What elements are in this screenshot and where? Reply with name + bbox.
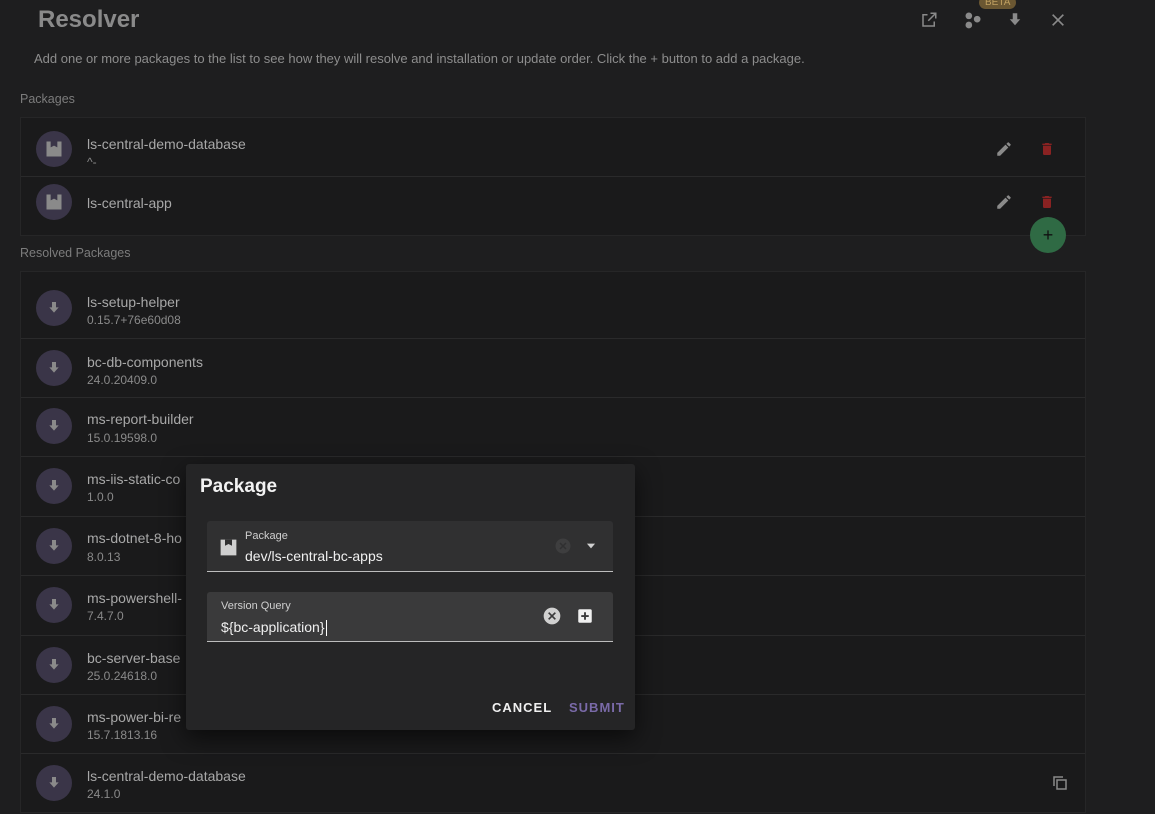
resolved-version: 24.1.0: [87, 787, 121, 801]
package-icon: [36, 131, 72, 167]
resolved-version: 15.7.1813.16: [87, 728, 158, 742]
resolved-name: ms-report-builder: [87, 411, 194, 427]
hub-icon[interactable]: [961, 8, 985, 32]
packages-section-label: Packages: [20, 92, 75, 106]
package-icon: [36, 184, 72, 220]
resolved-version: 1.0.0: [87, 490, 114, 504]
resolved-name: ms-powershell-: [87, 590, 182, 606]
package-icon: [218, 537, 239, 563]
version-field-value: ${bc-application}: [221, 619, 325, 635]
resolved-section-label: Resolved Packages: [20, 246, 131, 260]
close-icon[interactable]: [1046, 8, 1070, 32]
package-select[interactable]: Package dev/ls-central-bc-apps: [207, 521, 613, 572]
resolved-name: ms-iis-static-co: [87, 471, 181, 487]
download-icon: [36, 765, 72, 801]
resolved-version: 0.15.7+76e60d08: [87, 313, 181, 327]
submit-button[interactable]: SUBMIT: [569, 700, 625, 715]
pencil-icon[interactable]: [992, 190, 1016, 214]
resolved-version: 15.0.19598.0: [87, 431, 158, 445]
resolved-name: bc-server-base: [87, 650, 181, 666]
resolved-version: 7.4.7.0: [87, 609, 124, 623]
resolved-name: ls-central-demo-database: [87, 768, 246, 784]
add-package-button[interactable]: +: [1030, 217, 1066, 253]
packages-list: ls-central-demo-database ^- ls-central-a…: [20, 117, 1086, 236]
resolved-row[interactable]: bc-db-components 24.0.20409.0: [21, 339, 1085, 398]
version-field-label: Version Query: [221, 600, 291, 612]
package-name: ls-central-demo-database: [87, 136, 246, 152]
package-field-label: Package: [245, 530, 288, 542]
resolved-name: ms-dotnet-8-ho: [87, 530, 182, 546]
resolved-version: 8.0.13: [87, 550, 121, 564]
trash-icon[interactable]: [1035, 190, 1059, 214]
resolved-version: 25.0.24618.0: [87, 669, 158, 683]
resolved-name: bc-db-components: [87, 354, 203, 370]
package-row[interactable]: ls-central-demo-database ^-: [21, 118, 1085, 177]
pencil-icon[interactable]: [992, 137, 1016, 161]
version-query-input[interactable]: Version Query ${bc-application}: [207, 592, 613, 642]
download-icon[interactable]: [1003, 8, 1027, 32]
resolved-name: ms-power-bi-re: [87, 709, 182, 725]
package-version: ^-: [87, 155, 97, 169]
resolved-row[interactable]: ls-setup-helper 0.15.7+76e60d08: [21, 272, 1085, 339]
download-icon: [36, 290, 72, 326]
open-in-new-icon[interactable]: [917, 8, 941, 32]
copy-icon[interactable]: [1048, 771, 1072, 795]
resolved-row[interactable]: ls-central-demo-database 24.1.0: [21, 754, 1085, 814]
clear-icon[interactable]: [542, 606, 562, 631]
download-icon: [36, 706, 72, 742]
resolved-version: 24.0.20409.0: [87, 373, 158, 387]
download-icon: [36, 350, 72, 386]
resolved-name: ls-setup-helper: [87, 294, 180, 310]
package-dialog: Package Package dev/ls-central-bc-apps V…: [186, 464, 635, 730]
resolved-row[interactable]: ms-report-builder 15.0.19598.0: [21, 398, 1085, 457]
download-icon: [36, 408, 72, 444]
chevron-down-icon[interactable]: [584, 539, 598, 558]
add-box-icon[interactable]: [576, 607, 594, 630]
download-icon: [36, 528, 72, 564]
dialog-title: Package: [200, 476, 278, 497]
page-description: Add one or more packages to the list to …: [34, 51, 805, 66]
app-title: Resolver: [38, 6, 140, 33]
download-icon: [36, 647, 72, 683]
cancel-button[interactable]: CANCEL: [492, 700, 552, 715]
package-row[interactable]: ls-central-app: [21, 177, 1085, 235]
download-icon: [36, 587, 72, 623]
package-name: ls-central-app: [87, 195, 172, 211]
plus-icon: +: [1042, 224, 1054, 245]
package-field-value: dev/ls-central-bc-apps: [245, 548, 383, 564]
trash-icon[interactable]: [1035, 137, 1059, 161]
download-icon: [36, 468, 72, 504]
clear-icon[interactable]: [554, 537, 572, 560]
